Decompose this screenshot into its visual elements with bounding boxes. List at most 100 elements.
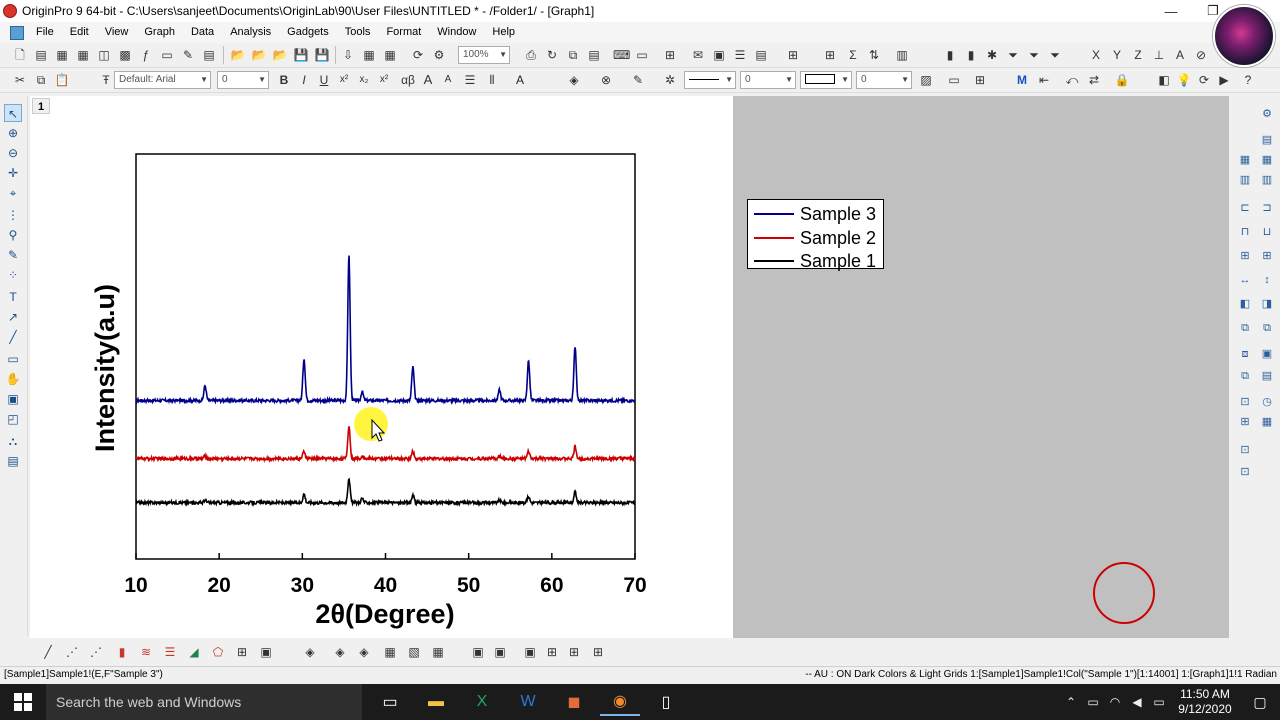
open-icon[interactable]: 📂 [230, 47, 246, 63]
layer-tool-icon[interactable]: ▤ [4, 452, 22, 470]
print-icon[interactable]: ⎙ [523, 47, 539, 63]
xrd-plot[interactable]: 10 20 30 40 50 60 70 2θ(Degree) Intensity(a.u) [30, 96, 733, 638]
file-explorer-icon[interactable]: ▬ [416, 688, 456, 716]
image-plot-icon[interactable]: ▧ [406, 644, 422, 660]
new-excel-icon[interactable]: ▦ [75, 47, 91, 63]
data-reader-tool-icon[interactable]: ⌖ [4, 184, 22, 202]
new-notes-icon[interactable]: ✎ [180, 47, 196, 63]
layer-icon[interactable]: ◧ [1156, 72, 1172, 88]
results-log-icon[interactable]: ▤ [586, 47, 602, 63]
action-center-icon[interactable]: ▢ [1240, 684, 1280, 720]
align-right-tool-icon[interactable]: ⊐ [1259, 200, 1275, 216]
smart-hint-icon[interactable]: ☰ [732, 47, 748, 63]
sort-icon[interactable]: ⇅ [866, 47, 882, 63]
bold-button[interactable]: B [276, 72, 292, 88]
code-builder-icon[interactable]: ⌨ [613, 47, 630, 63]
menu-window[interactable]: Window [429, 22, 484, 43]
image-tool-icon[interactable]: ⛬ [4, 432, 22, 450]
network-icon[interactable]: ▭ [1082, 695, 1104, 709]
pointer-tool-icon[interactable]: ↖ [4, 104, 22, 122]
line-symbol-plot-icon[interactable]: ⋰ [88, 644, 104, 660]
3d-scatter-icon[interactable]: ◈ [356, 644, 372, 660]
3d-surface-icon[interactable]: ◈ [302, 644, 318, 660]
line-style-combo[interactable]: ▼ [684, 71, 736, 89]
greek-button[interactable]: αβ [398, 72, 418, 88]
contour-icon[interactable]: ▦ [382, 644, 398, 660]
group-icon[interactable]: ⧈ [1237, 346, 1253, 362]
flip-icon[interactable]: ⇄ [1086, 72, 1102, 88]
arrow-tool-icon[interactable]: ↗ [4, 308, 22, 326]
histogram-icon[interactable]: ▮ [963, 47, 979, 63]
border-style-combo[interactable]: ▼ [800, 71, 852, 89]
superscript-button[interactable]: x² [336, 72, 352, 88]
document-icon[interactable] [10, 25, 24, 40]
tray-chevron-icon[interactable]: ⌃ [1060, 695, 1082, 709]
border-icon[interactable]: ▭ [946, 72, 962, 88]
auto-update-icon[interactable]: ⟳ [1196, 72, 1212, 88]
new-project-icon[interactable]: 🗋 [12, 47, 28, 63]
x-axis-title[interactable]: 2θ(Degree) [315, 599, 454, 629]
line-size-combo[interactable]: 0 ▼ [856, 71, 912, 89]
template-icon[interactable]: ▣ [258, 644, 274, 660]
text-tool-icon[interactable]: T [4, 288, 22, 306]
pie-plot-icon[interactable]: ⬠ [210, 644, 226, 660]
menu-data[interactable]: Data [183, 22, 222, 43]
arrange-layers-icon[interactable]: ▥ [1237, 172, 1253, 188]
fill-pattern-icon[interactable]: ▨ [918, 72, 934, 88]
mask-points-tool-icon[interactable]: ⁘ [4, 266, 22, 284]
task-view-icon[interactable]: ▭ [370, 688, 410, 716]
menu-tools[interactable]: Tools [337, 22, 379, 43]
origin-app-icon[interactable] [3, 4, 17, 18]
hand-tool-icon[interactable]: ✋ [4, 370, 22, 388]
grid-icon[interactable]: ⊞ [972, 72, 988, 88]
y-axis-icon[interactable]: Y [1109, 47, 1125, 63]
annotation-tool-icon[interactable]: ⚲ [4, 226, 22, 244]
line-tool-icon[interactable]: ╱ [4, 328, 22, 346]
label-icon[interactable]: A [1172, 47, 1188, 63]
series-line-sample-1[interactable] [135, 477, 636, 508]
word-icon[interactable]: W [508, 688, 548, 716]
superscript-subscript-button[interactable]: x² [376, 72, 392, 88]
extract-layer-icon[interactable]: ▦ [1259, 152, 1275, 168]
paste-icon[interactable]: 📋 [54, 72, 70, 88]
same-width-icon[interactable]: ↔ [1237, 272, 1253, 288]
menu-view[interactable]: View [97, 22, 137, 43]
clock-icon[interactable]: ◷ [1259, 394, 1275, 410]
taskbar-clock[interactable]: 11:50 AM 9/12/2020 [1170, 687, 1240, 717]
message-icon[interactable]: ▭ [1148, 695, 1170, 709]
help-icon[interactable]: ? [1240, 72, 1256, 88]
backward-icon[interactable]: ⧉ [1259, 320, 1275, 336]
align-middle-icon[interactable]: ⊞ [1259, 248, 1275, 264]
fill-area-plot-icon[interactable]: ◢ [186, 644, 202, 660]
graph-page[interactable]: 1 10 20 30 40 50 60 70 2θ(Degree) Intensity(a.… [30, 96, 733, 638]
zoom-in-tool-icon[interactable]: ⊕ [4, 124, 22, 142]
stock-icon[interactable]: ▣ [522, 644, 538, 660]
shrink-font-button[interactable]: A [440, 72, 456, 88]
same-height-icon[interactable]: ↕ [1259, 272, 1275, 288]
underline-button[interactable]: U [316, 72, 332, 88]
bar-chart-icon[interactable]: ▮ [942, 47, 958, 63]
y-axis-title[interactable]: Intensity(a.u) [90, 284, 120, 452]
region-tool-icon[interactable]: ▣ [4, 390, 22, 408]
filter-clear-icon[interactable]: ⏷ [1026, 47, 1042, 63]
zoom-out-tool-icon[interactable]: ⊖ [4, 144, 22, 162]
zoom-combo[interactable]: 100% ▼ [458, 46, 510, 64]
front-icon[interactable]: ◧ [1237, 296, 1253, 312]
new-workbook-icon[interactable]: ▦ [54, 47, 70, 63]
menu-edit[interactable]: Edit [62, 22, 97, 43]
grow-font-button[interactable]: A [420, 72, 436, 88]
symbol-icon[interactable]: ✲ [662, 72, 678, 88]
font-color-icon[interactable]: A [512, 72, 528, 88]
ungroup-icon[interactable]: ▣ [1259, 346, 1275, 362]
table-icon[interactable]: ▦ [1259, 414, 1275, 430]
heatmap-icon[interactable]: ▦ [430, 644, 446, 660]
legend-item-sample-2[interactable]: Sample 2 [748, 226, 885, 249]
open-template-icon[interactable]: 📂 [251, 47, 267, 63]
recalculate-icon[interactable]: ⟳ [410, 47, 426, 63]
sum-icon[interactable]: Σ [845, 47, 861, 63]
forward-icon[interactable]: ⧉ [1237, 320, 1253, 336]
double-y-icon[interactable]: ⊞ [566, 644, 582, 660]
excel-icon[interactable]: X [462, 688, 502, 716]
error-bar-icon[interactable]: ⊥ [1151, 47, 1167, 63]
tip-icon[interactable]: 💡 [1176, 72, 1192, 88]
